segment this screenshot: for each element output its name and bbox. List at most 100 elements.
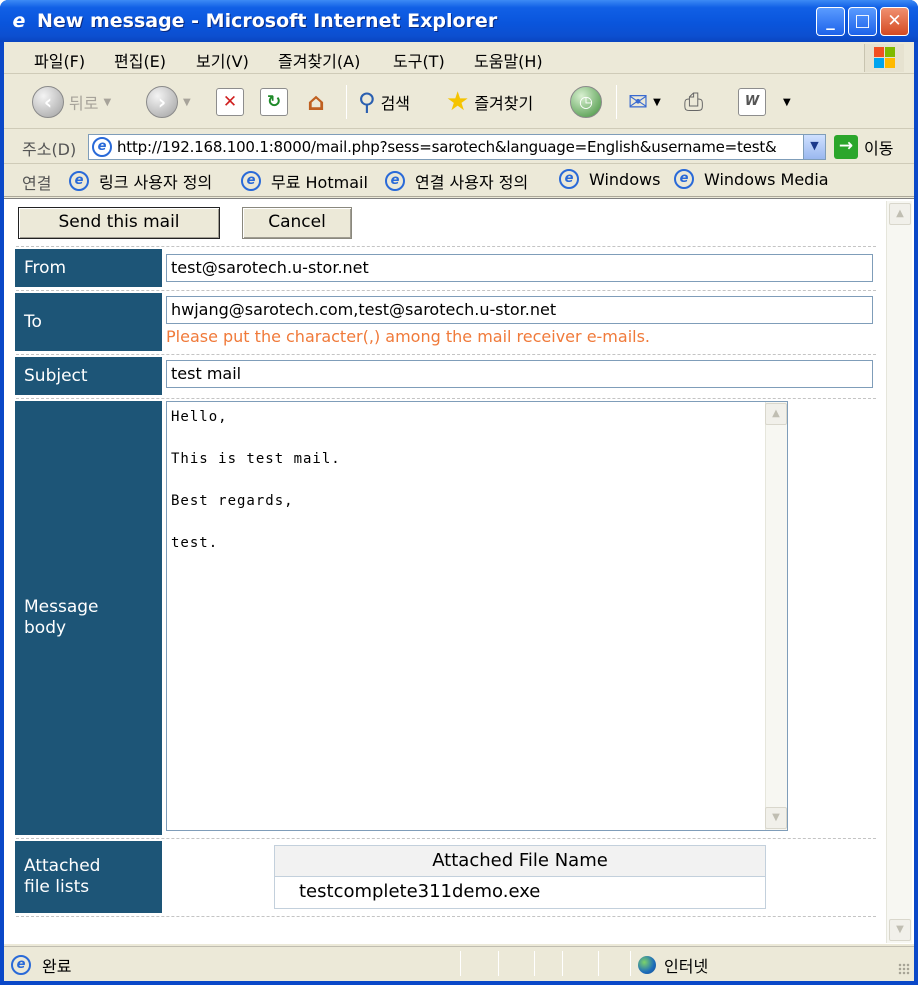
back-dropdown-icon[interactable]: ▼ (103, 97, 111, 108)
search-button[interactable]: ⚲ 검색 (358, 83, 410, 121)
subject-label: Subject (15, 357, 162, 395)
attached-files-label: Attached file lists (15, 841, 162, 913)
menu-favorites[interactable]: 즐겨찾기(A) (278, 48, 360, 72)
message-label-line: body (24, 618, 67, 638)
link-item[interactable]: e 무료 Hotmail (238, 169, 368, 193)
link-label: 연결 사용자 정의 (415, 173, 529, 192)
row-divider (16, 354, 876, 355)
forward-arrow-icon: › (146, 86, 178, 118)
go-button[interactable]: → 이동 (834, 135, 893, 159)
message-label-line: Message (24, 597, 99, 617)
menu-edit[interactable]: 편집(E) (114, 48, 166, 72)
internet-globe-icon (638, 956, 656, 974)
attached-label-text: Attached file lists (24, 856, 100, 898)
forward-dropdown-icon[interactable]: ▼ (183, 97, 191, 108)
message-body-label: Message body (15, 401, 162, 835)
cancel-button[interactable]: Cancel (242, 207, 352, 239)
links-bar: 연결 e 링크 사용자 정의 e 무료 Hotmail e 연결 사용자 정의 … (4, 165, 914, 197)
status-divider (460, 951, 461, 976)
print-button[interactable]: ⎙ (684, 83, 703, 121)
attached-label-line: file lists (24, 877, 90, 897)
scroll-up-icon[interactable]: ▲ (889, 203, 911, 225)
favorites-label: 즐겨찾기 (474, 94, 534, 113)
link-item[interactable]: e 링크 사용자 정의 (66, 169, 212, 193)
security-zone[interactable]: 인터넷 (638, 953, 708, 977)
body-line: This is test mail. (171, 451, 341, 467)
go-label: 이동 (864, 139, 894, 158)
edit-dropdown-icon[interactable]: ▼ (783, 97, 791, 108)
window-title: New message - Microsoft Internet Explore… (37, 10, 498, 32)
refresh-icon: ↻ (260, 88, 288, 116)
to-hint: Please put the character(,) among the ma… (166, 327, 651, 346)
textarea-scrollbar[interactable]: ▲ ▼ (765, 402, 787, 830)
link-item[interactable]: e Windows Media (671, 169, 829, 189)
status-divider (534, 951, 535, 976)
link-ie-icon: e (69, 171, 89, 191)
link-ie-icon: e (559, 169, 579, 189)
status-bar: e 완료 인터넷 (4, 946, 914, 979)
message-body-textarea[interactable]: Hello, This is test mail. Best regards, … (166, 401, 788, 831)
address-url[interactable]: http://192.168.100.1:8000/mail.php?sess=… (117, 138, 803, 156)
subject-field[interactable]: test mail (166, 360, 873, 388)
status-divider (498, 951, 499, 976)
send-mail-button[interactable]: Send this mail (18, 207, 220, 239)
refresh-button[interactable]: ↻ (260, 83, 288, 121)
print-icon: ⎙ (684, 88, 704, 116)
to-field[interactable]: hwjang@sarotech.com,test@sarotech.u-stor… (166, 296, 873, 324)
favorites-star-icon: ★ (446, 87, 470, 117)
link-ie-icon: e (385, 171, 405, 191)
address-dropdown-icon[interactable]: ▼ (803, 135, 825, 159)
windows-logo (864, 44, 904, 72)
home-button[interactable]: ⌂ (302, 83, 330, 121)
status-divider (598, 951, 599, 976)
links-label: 연결 (22, 174, 52, 193)
mail-dropdown-icon[interactable]: ▼ (653, 97, 661, 108)
attached-file-row[interactable]: testcomplete311demo.exe (275, 877, 765, 908)
history-button[interactable]: ◷ (570, 83, 602, 121)
to-label: To (15, 293, 162, 351)
edit-button[interactable]: W ▼ (738, 83, 791, 121)
body-line: test. (171, 535, 219, 551)
browser-window: e New message - Microsoft Internet Explo… (0, 0, 918, 985)
standard-toolbar: ‹ 뒤로 ▼ › ▼ ✕ ↻ ⌂ ⚲ 검색 ★ 즐겨찾기 ◷ ✉ ▼ ⎙ W ▼ (4, 75, 914, 129)
page-content: Send this mail Cancel From test@sarotech… (4, 198, 914, 944)
scroll-up-icon[interactable]: ▲ (765, 403, 787, 425)
page-scrollbar[interactable]: ▲ ▼ (886, 201, 912, 943)
maximize-button[interactable]: □ (848, 7, 877, 36)
resize-grip-icon[interactable] (898, 963, 910, 975)
menu-view[interactable]: 보기(V) (196, 48, 249, 72)
attached-files-table: Attached File Name testcomplete311demo.e… (274, 845, 766, 909)
status-ready: e 완료 (8, 953, 71, 977)
search-label: 검색 (380, 94, 411, 113)
search-icon: ⚲ (358, 88, 376, 116)
menu-help[interactable]: 도움말(H) (474, 48, 543, 72)
address-label: 주소(D) (22, 140, 77, 159)
minimize-icon: _ (826, 11, 835, 31)
message-body-label-text: Message body (24, 597, 99, 639)
from-field[interactable]: test@sarotech.u-stor.net (166, 254, 873, 282)
row-divider (16, 838, 876, 839)
maximize-icon: □ (854, 11, 871, 31)
stop-button[interactable]: ✕ (216, 83, 244, 121)
forward-button[interactable]: › ▼ (146, 83, 191, 121)
scroll-down-icon[interactable]: ▼ (889, 919, 911, 941)
mail-button[interactable]: ✉ ▼ (628, 83, 661, 121)
favorites-button[interactable]: ★ 즐겨찾기 (446, 83, 533, 121)
menu-bar: 파일(F) 편집(E) 보기(V) 즐겨찾기(A) 도구(T) 도움말(H) (4, 42, 914, 74)
close-button[interactable]: ✕ (880, 7, 909, 36)
browser-client: 파일(F) 편집(E) 보기(V) 즐겨찾기(A) 도구(T) 도움말(H) ‹… (4, 42, 914, 981)
link-item[interactable]: e 연결 사용자 정의 (382, 169, 528, 193)
status-divider (630, 951, 631, 976)
minimize-button[interactable]: _ (816, 7, 845, 36)
link-item[interactable]: e Windows (556, 169, 660, 189)
menu-file[interactable]: 파일(F) (34, 48, 85, 72)
zone-text: 인터넷 (664, 957, 709, 976)
stop-icon: ✕ (216, 88, 244, 116)
title-bar[interactable]: e New message - Microsoft Internet Explo… (0, 0, 918, 42)
row-divider (16, 246, 876, 247)
page-ie-icon: e (92, 137, 112, 157)
menu-tools[interactable]: 도구(T) (393, 48, 445, 72)
back-button[interactable]: ‹ 뒤로 ▼ (32, 83, 111, 121)
address-input[interactable]: e http://192.168.100.1:8000/mail.php?ses… (88, 134, 826, 160)
scroll-down-icon[interactable]: ▼ (765, 807, 787, 829)
